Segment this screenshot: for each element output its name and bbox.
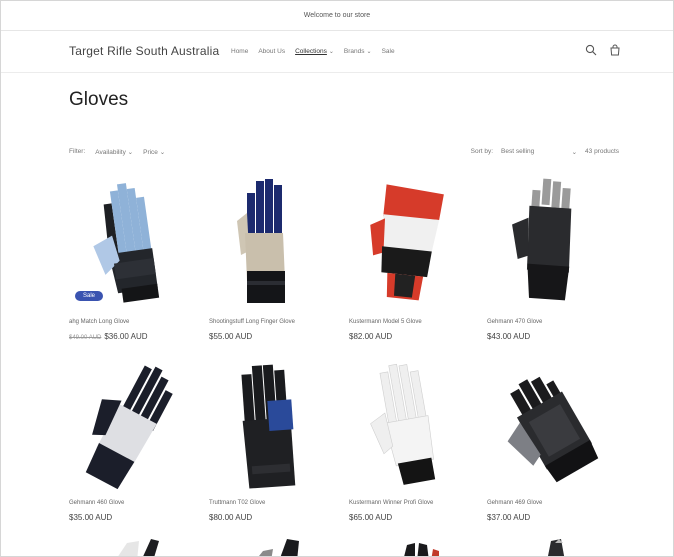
product-image[interactable] — [347, 537, 475, 557]
product-image[interactable] — [207, 537, 335, 557]
product-card[interactable]: Shootingstuff Long Finger Glove $55.00 A… — [207, 169, 335, 341]
filter-availability-label: Availability — [95, 149, 126, 156]
sort-value: Best selling — [501, 148, 535, 155]
product-image[interactable] — [67, 537, 195, 557]
product-card[interactable]: Kustermann Model 5 Glove $82.00 AUD — [347, 169, 475, 341]
chevron-down-icon: ⌄ — [127, 149, 134, 156]
sort-select[interactable]: Best selling ⌄ — [501, 148, 577, 156]
nav-collections-label: Collections — [295, 48, 327, 55]
product-price: $80.00 AUD — [209, 513, 253, 522]
product-card[interactable] — [347, 537, 475, 557]
product-name[interactable]: Truttmann T02 Glove — [209, 500, 265, 506]
product-price: $82.00 AUD — [349, 332, 393, 341]
product-card[interactable] — [207, 537, 335, 557]
nav-collections[interactable]: Collections ⌄ — [295, 48, 334, 55]
nav-sale[interactable]: Sale — [382, 48, 395, 55]
product-image[interactable] — [485, 355, 613, 497]
filter-price[interactable]: Price ⌄ — [143, 148, 165, 156]
search-icon[interactable] — [585, 44, 597, 56]
product-image[interactable]: Sale — [67, 169, 195, 311]
product-card[interactable]: Kustermann Winner Profi Glove $65.00 AUD — [347, 355, 475, 522]
product-card[interactable]: Sale ahg Match Long Glove $49.00 AUD $36.… — [67, 169, 195, 341]
product-image[interactable] — [485, 537, 613, 557]
product-image[interactable] — [347, 355, 475, 497]
product-card[interactable]: Truttmann T02 Glove $80.00 AUD — [207, 355, 335, 522]
product-name[interactable]: ahg Match Long Glove — [69, 319, 129, 325]
product-name[interactable]: Kustermann Model 5 Glove — [349, 319, 422, 325]
nav-about-us[interactable]: About Us — [258, 48, 285, 55]
chevron-down-icon: ⌄ — [366, 49, 372, 55]
sort-bar: Sort by: Best selling ⌄ 43 products — [471, 148, 619, 156]
product-name[interactable]: Gehmann 469 Glove — [487, 500, 542, 506]
product-image[interactable] — [207, 169, 335, 311]
filter-availability[interactable]: Availability ⌄ — [95, 148, 133, 156]
product-card[interactable]: Gehmann 460 Glove $35.00 AUD — [67, 355, 195, 522]
product-card[interactable] — [67, 537, 195, 557]
filter-label: Filter: — [69, 148, 86, 155]
nav-brands[interactable]: Brands ⌄ — [344, 48, 372, 55]
announcement-bar: Welcome to our store — [1, 1, 673, 31]
sale-badge: Sale — [75, 291, 104, 301]
product-price: $37.00 AUD — [487, 513, 531, 522]
product-price: $43.00 AUD — [487, 332, 531, 341]
product-card[interactable]: Gehmann 469 Glove $37.00 AUD — [485, 355, 613, 522]
product-price: $65.00 AUD — [349, 513, 393, 522]
product-image[interactable] — [347, 169, 475, 311]
product-old-price: $49.00 AUD — [69, 335, 102, 341]
page: Welcome to our store Target Rifle South … — [0, 0, 674, 557]
product-name[interactable]: Shootingstuff Long Finger Glove — [209, 319, 295, 325]
product-name[interactable]: Gehmann 470 Glove — [487, 319, 542, 325]
sort-label: Sort by: — [470, 148, 494, 155]
filter-price-label: Price — [143, 149, 158, 156]
nav-brands-label: Brands — [343, 48, 365, 55]
chevron-down-icon: ⌄ — [159, 149, 166, 156]
brand-logo[interactable]: Target Rifle South Australia — [69, 44, 219, 58]
product-count: 43 products — [585, 148, 619, 155]
filter-bar: Filter: Availability ⌄ Price ⌄ — [69, 148, 165, 156]
nav-home[interactable]: Home — [231, 48, 248, 55]
product-name[interactable]: Gehmann 460 Glove — [69, 500, 124, 506]
main-nav: Home About Us Collections ⌄ Brands ⌄ Sale — [231, 48, 395, 55]
site-header: Target Rifle South Australia Home About … — [1, 31, 673, 73]
page-title: Gloves — [69, 89, 129, 110]
product-card[interactable]: Gehmann 470 Glove $43.00 AUD — [485, 169, 613, 341]
product-sale-price: $36.00 AUD — [104, 332, 148, 341]
product-image[interactable] — [485, 169, 613, 311]
product-image[interactable] — [207, 355, 335, 497]
header-icons — [585, 44, 621, 56]
product-price: $35.00 AUD — [69, 513, 113, 522]
chevron-down-icon: ⌄ — [328, 49, 334, 55]
chevron-down-icon: ⌄ — [571, 149, 578, 156]
product-name[interactable]: Kustermann Winner Profi Glove — [349, 500, 433, 506]
product-price: $55.00 AUD — [209, 332, 253, 341]
announcement-text: Welcome to our store — [303, 12, 371, 19]
product-card[interactable] — [485, 537, 613, 557]
cart-icon[interactable] — [609, 44, 621, 56]
product-image[interactable] — [67, 355, 195, 497]
product-price: $49.00 AUD $36.00 AUD — [69, 332, 148, 341]
